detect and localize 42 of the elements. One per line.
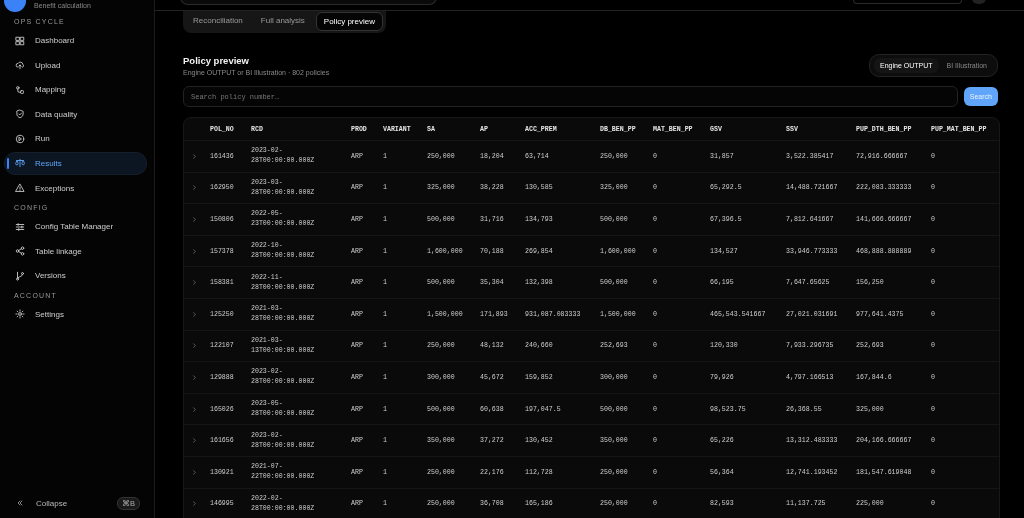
expand-chevron-icon[interactable]	[191, 500, 198, 508]
expand-chevron-icon[interactable]	[191, 216, 198, 223]
nav-item[interactable]: Mapping	[4, 78, 147, 102]
expand-chevron-icon[interactable]	[191, 184, 198, 192]
tab[interactable]: Full analysis	[253, 12, 312, 31]
shield-check-icon	[15, 109, 25, 120]
nav-item[interactable]: Table linkage	[4, 239, 147, 263]
tab[interactable]: Policy preview	[315, 12, 383, 31]
branch-icon	[15, 270, 25, 281]
cloud-upload-icon	[15, 60, 25, 71]
expand-chevron-icon[interactable]	[191, 468, 198, 476]
share-icon	[15, 246, 25, 257]
warning-icon	[15, 183, 25, 194]
tab[interactable]: Reconciliation	[186, 12, 250, 31]
expand-chevron-icon[interactable]	[191, 279, 198, 287]
nav-item[interactable]: Config Table Manager	[4, 215, 147, 239]
active-indicator	[7, 157, 9, 169]
nav-item[interactable]: Versions	[4, 264, 147, 288]
sliders-icon	[15, 221, 25, 232]
expand-chevron-icon[interactable]	[191, 437, 198, 445]
nav-item[interactable]: Settings	[4, 302, 147, 326]
nav-item[interactable]: Data quality	[4, 102, 147, 126]
nodes-icon	[15, 84, 25, 95]
expand-chevron-icon[interactable]	[191, 247, 198, 255]
logo-icon	[4, 0, 26, 12]
expand-chevron-icon[interactable]	[191, 152, 198, 160]
expand-chevron-icon[interactable]	[191, 342, 198, 350]
panel-title: Policy preview	[183, 55, 250, 66]
nav-item[interactable]: Dashboard	[4, 29, 147, 52]
gear-icon	[15, 309, 25, 320]
expand-chevron-icon[interactable]	[191, 405, 198, 413]
nav-item[interactable]: Run	[4, 127, 147, 151]
collapse-button[interactable]: Collapse	[16, 498, 68, 508]
expand-chevron-icon[interactable]	[191, 373, 198, 381]
grid-icon	[15, 35, 25, 46]
expand-chevron-icon[interactable]	[191, 310, 198, 318]
double-chevron-left-icon	[16, 499, 24, 507]
nav-item[interactable]: Results	[4, 151, 147, 175]
nav-item[interactable]: Upload	[4, 53, 147, 77]
play-circle-icon	[15, 133, 25, 144]
nav-item[interactable]: Exceptions	[4, 176, 147, 200]
scale-icon	[15, 158, 25, 169]
